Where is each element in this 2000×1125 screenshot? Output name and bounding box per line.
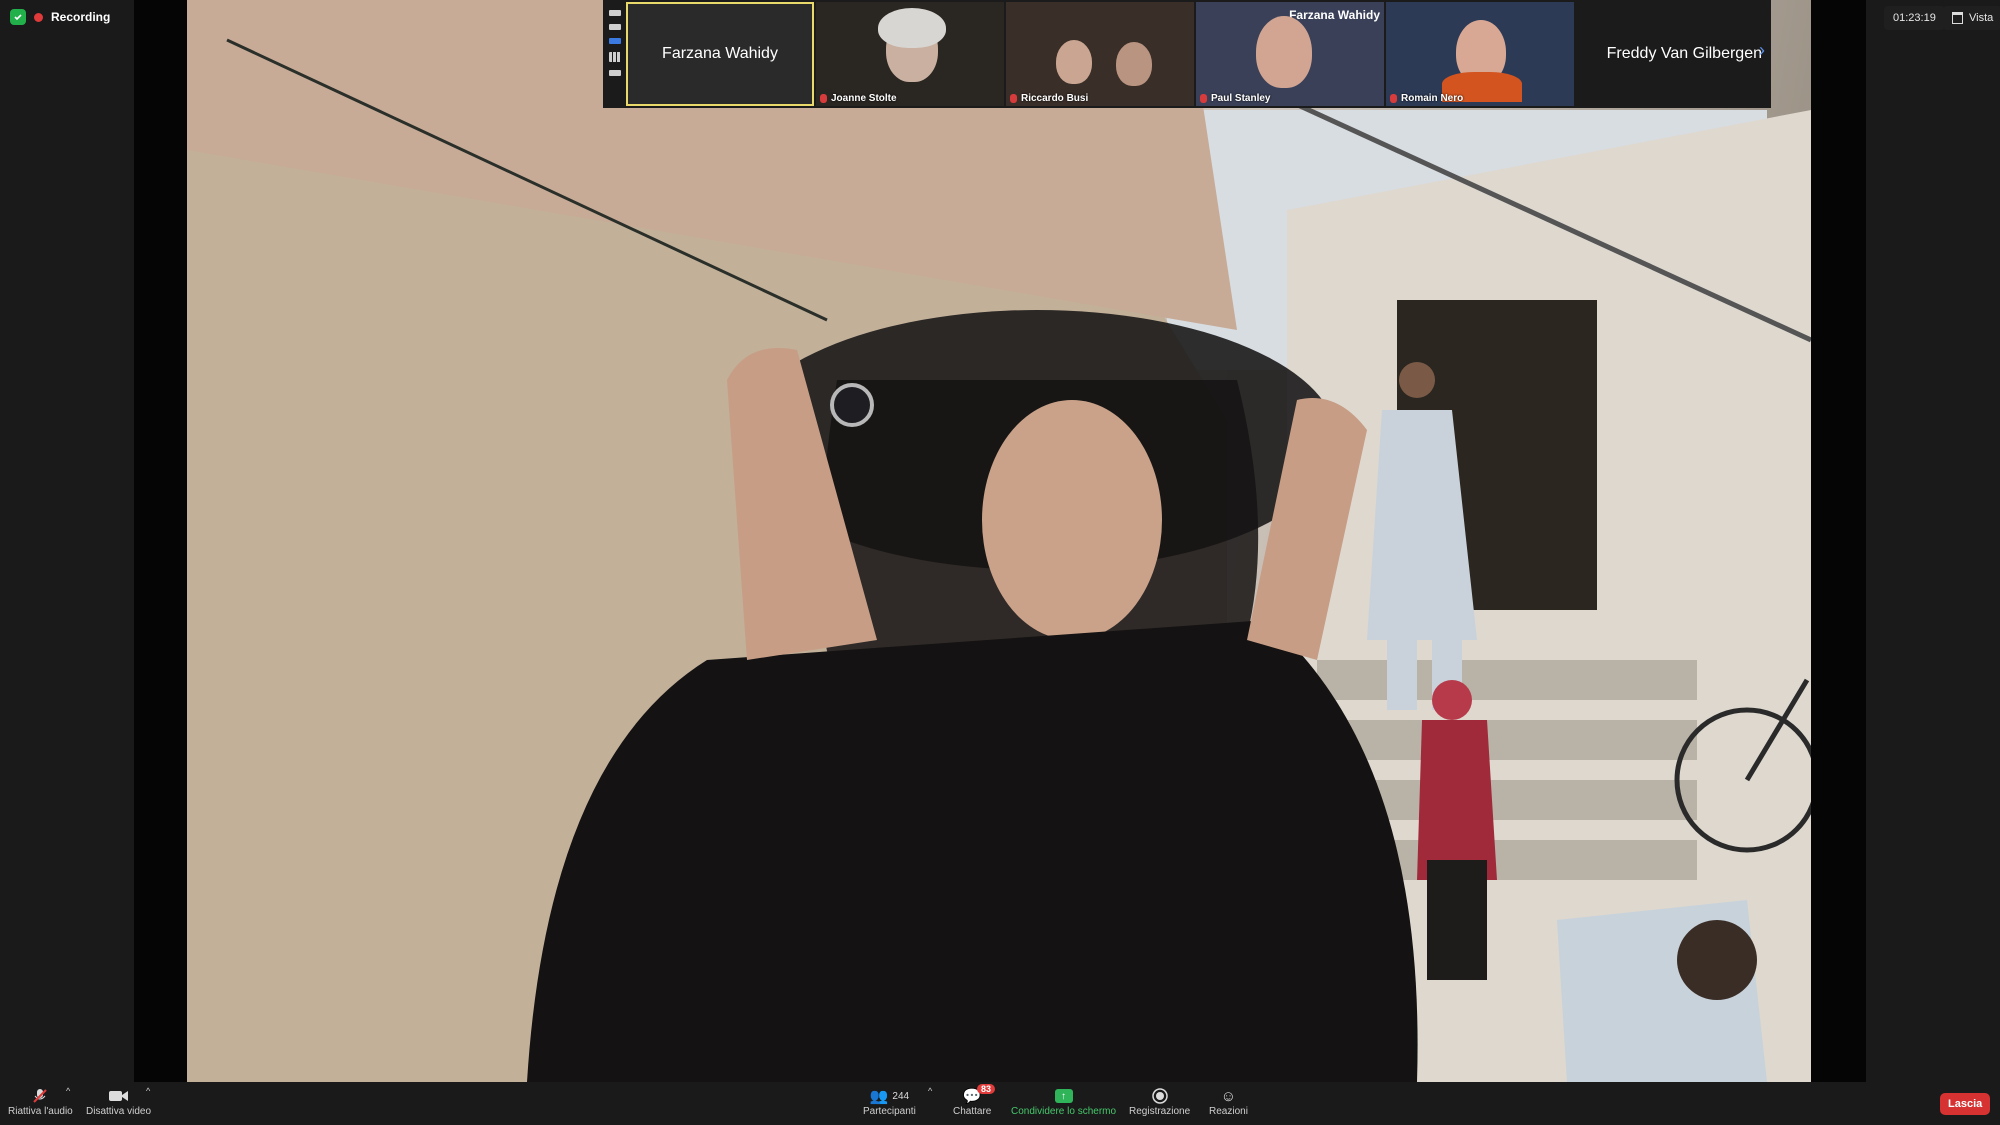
- gallery-grid-icon[interactable]: [609, 52, 621, 62]
- record-label: Registrazione: [1129, 1106, 1191, 1117]
- video-options-caret[interactable]: ^: [146, 1086, 150, 1096]
- shared-photo: [187, 0, 1811, 1082]
- mic-off-icon: [1010, 94, 1017, 103]
- tile-participant-name-only[interactable]: Freddy Van Gilbergen: [1576, 2, 1764, 106]
- meeting-timer: 01:23:19: [1884, 6, 1945, 30]
- recording-label: Recording: [51, 10, 111, 24]
- chat-unread-badge: 83: [977, 1084, 996, 1094]
- photo-scene: [187, 0, 1811, 1082]
- participant-name: Paul Stanley: [1211, 93, 1271, 104]
- leave-button[interactable]: Lascia: [1940, 1093, 1991, 1115]
- speaker-view-icon[interactable]: [609, 24, 621, 30]
- participants-button[interactable]: 👥 244 Partecipanti: [863, 1086, 916, 1117]
- audio-options-caret[interactable]: ^: [66, 1086, 70, 1096]
- shield-icon: [10, 9, 26, 25]
- video-button[interactable]: Disattiva video: [86, 1086, 151, 1117]
- tile-participant[interactable]: Joanne Stolte: [816, 2, 1004, 106]
- reactions-icon: ☺: [1220, 1087, 1237, 1105]
- video-label: Disattiva video: [86, 1106, 152, 1117]
- active-speaker-name: Farzana Wahidy: [662, 45, 778, 62]
- record-dot-icon: [34, 12, 43, 22]
- mic-off-icon: [820, 94, 827, 103]
- unmute-label: Riattiva l'audio: [8, 1106, 73, 1117]
- participant-video: [1116, 42, 1152, 86]
- mic-off-icon: [1200, 94, 1207, 103]
- left-gutter: [0, 0, 134, 1082]
- minimize-strip-icon[interactable]: [609, 10, 621, 16]
- mic-off-icon: [1390, 94, 1397, 103]
- chat-button[interactable]: 💬 83 Chattare: [953, 1084, 996, 1117]
- record-icon: [1151, 1086, 1168, 1106]
- child-in-red: [1417, 680, 1497, 980]
- chevron-right-icon[interactable]: ›: [1759, 40, 1765, 61]
- participant-hair: [878, 8, 946, 48]
- participants-icon: 👥: [869, 1088, 889, 1105]
- tile-active-speaker[interactable]: Farzana Wahidy: [626, 2, 814, 106]
- unmute-button[interactable]: Riattiva l'audio: [8, 1086, 73, 1117]
- side-by-side-icon[interactable]: [609, 70, 621, 76]
- reactions-label: Reazioni: [1209, 1106, 1248, 1117]
- view-icon: [1952, 12, 1963, 24]
- participant-video: [1056, 40, 1092, 84]
- video-icon: [108, 1086, 129, 1106]
- tile-participant[interactable]: Romain Nero: [1386, 2, 1574, 106]
- participant-name: Joanne Stolte: [831, 93, 897, 104]
- participants-count: 244: [892, 1090, 910, 1102]
- right-gutter: [1866, 0, 2000, 1082]
- participant-name: Riccardo Busi: [1021, 93, 1089, 104]
- mic-off-icon: [32, 1086, 48, 1106]
- share-screen-button[interactable]: ↑ Condividere lo schermo: [1011, 1086, 1116, 1117]
- recording-indicator[interactable]: Recording: [10, 9, 110, 25]
- record-button[interactable]: Registrazione: [1129, 1086, 1190, 1117]
- view-label: Vista: [1969, 12, 1994, 24]
- tile-participant[interactable]: Farzana Wahidy Paul Stanley: [1196, 2, 1384, 106]
- share-screen-label: Condividere lo schermo: [1011, 1106, 1117, 1117]
- participant-video: [1256, 16, 1312, 88]
- share-screen-icon: ↑: [1054, 1089, 1073, 1103]
- strip-controls: [609, 10, 625, 76]
- view-button[interactable]: Vista: [1943, 6, 2000, 30]
- participants-label: Partecipanti: [863, 1106, 916, 1117]
- gallery-strip: Farzana Wahidy Joanne Stolte Riccardo Bu…: [603, 0, 1771, 108]
- ring: [830, 383, 874, 427]
- chat-label: Chattare: [953, 1106, 992, 1117]
- strip-view-icon[interactable]: [609, 38, 621, 44]
- tile-participant[interactable]: Riccardo Busi: [1006, 2, 1194, 106]
- reactions-button[interactable]: ☺ Reazioni: [1209, 1086, 1248, 1118]
- background-banner: Farzana Wahidy: [1289, 8, 1380, 22]
- meeting-toolbar: Riattiva l'audio ^ Disattiva video ^ 👥 2…: [0, 1082, 2000, 1125]
- boy-washing: [1557, 900, 1767, 1082]
- participants-options-caret[interactable]: ^: [928, 1086, 932, 1096]
- participant-name: Freddy Van Gilbergen: [1606, 45, 1762, 62]
- participant-name: Romain Nero: [1401, 93, 1464, 104]
